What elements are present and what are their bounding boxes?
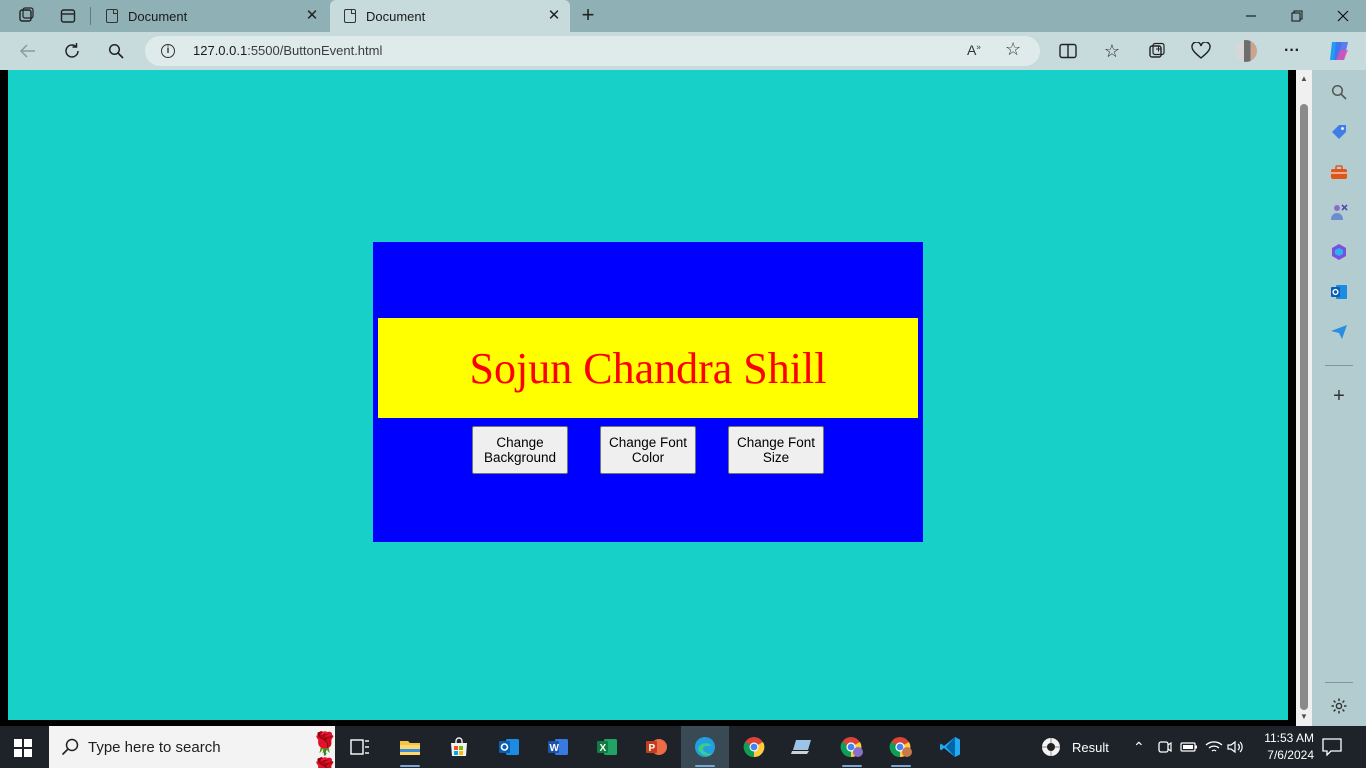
workspaces-icon[interactable]: [12, 4, 40, 28]
tab-document-1[interactable]: Document ✕: [92, 0, 328, 32]
browser-toolbar: i 127.0.0.1:5500/ButtonEvent.html A» ☆ ☆…: [0, 32, 1366, 70]
svg-text:X: X: [600, 743, 607, 754]
scroll-up-icon[interactable]: ▲: [1299, 74, 1309, 84]
tab-actions-icon[interactable]: [54, 4, 82, 28]
tab-strip: Document ✕ Document ✕ +: [0, 0, 1366, 32]
wifi-icon[interactable]: [1205, 726, 1223, 768]
taskbar-clock[interactable]: 11:53 AM 7/6/2024: [1248, 730, 1314, 764]
content-card: Sojun Chandra Shill Change Background Ch…: [373, 242, 923, 542]
clock-date: 7/6/2024: [1267, 748, 1314, 762]
scrollbar-thumb[interactable]: [1300, 104, 1308, 710]
powerpoint-icon[interactable]: P: [632, 726, 680, 768]
battery-icon[interactable]: [1180, 726, 1198, 768]
browser-essentials-icon[interactable]: [1187, 38, 1215, 64]
excel-icon[interactable]: X: [583, 726, 631, 768]
add-sidebar-app-icon[interactable]: +: [1329, 385, 1349, 407]
windows-taskbar: Type here to search 🌹🌹 W X P: [0, 726, 1366, 768]
games-icon[interactable]: [1329, 202, 1349, 222]
close-tab-icon[interactable]: ✕: [546, 8, 562, 24]
favorites-icon[interactable]: ☆: [1098, 38, 1126, 64]
copilot-icon[interactable]: [1326, 38, 1352, 64]
new-tab-icon[interactable]: +: [576, 4, 600, 28]
microsoft-365-icon[interactable]: [1329, 242, 1349, 262]
laptop-app-icon[interactable]: [779, 726, 827, 768]
tab-separator: [90, 7, 91, 25]
address-bar[interactable]: i 127.0.0.1:5500/ButtonEvent.html A» ☆: [145, 36, 1040, 66]
sidebar-divider: [1325, 682, 1353, 683]
refresh-icon[interactable]: [58, 38, 86, 64]
notifications-icon[interactable]: [1322, 738, 1342, 761]
chrome-profile-icon[interactable]: [877, 726, 925, 768]
meet-now-icon[interactable]: [1158, 726, 1172, 768]
scroll-down-icon[interactable]: ▼: [1299, 712, 1309, 722]
back-icon[interactable]: [14, 38, 42, 64]
outlook-icon[interactable]: [1329, 282, 1349, 302]
shopping-tag-icon[interactable]: [1329, 122, 1349, 142]
read-aloud-icon[interactable]: A»: [967, 42, 981, 58]
weather-widget[interactable]: Result: [1040, 726, 1109, 768]
sidebar-search-icon[interactable]: [1329, 82, 1349, 102]
roses-icon: 🌹🌹: [311, 731, 338, 768]
page-viewport: Sojun Chandra Shill Change Background Ch…: [8, 70, 1288, 720]
svg-text:P: P: [649, 743, 656, 754]
task-view-icon[interactable]: [336, 726, 384, 768]
running-indicator: [400, 765, 420, 767]
restore-icon[interactable]: [1274, 0, 1320, 32]
running-indicator: [695, 765, 715, 767]
edge-sidebar: +: [1312, 70, 1366, 726]
split-screen-icon[interactable]: [1054, 38, 1082, 64]
search-placeholder: Type here to search: [88, 739, 221, 756]
page-heading: Sojun Chandra Shill: [469, 343, 827, 393]
tab-title: Document: [128, 8, 188, 24]
svg-text:W: W: [550, 743, 560, 754]
sidebar-divider: [1325, 365, 1353, 366]
url-host: 127.0.0.1: [193, 43, 248, 58]
document-icon: [106, 9, 118, 23]
document-icon: [344, 9, 356, 23]
tools-briefcase-icon[interactable]: [1329, 162, 1349, 182]
taskbar-search-box[interactable]: Type here to search 🌹🌹: [49, 726, 338, 768]
send-icon[interactable]: [1329, 322, 1349, 342]
vscode-icon[interactable]: [926, 726, 974, 768]
search-icon[interactable]: [102, 38, 130, 64]
site-info-icon[interactable]: i: [161, 44, 175, 58]
microsoft-store-icon[interactable]: [435, 726, 483, 768]
change-background-button[interactable]: Change Background: [472, 426, 568, 474]
tab-title: Document: [366, 8, 426, 24]
collections-icon[interactable]: [1143, 38, 1171, 64]
minimize-icon[interactable]: [1228, 0, 1274, 32]
heading-banner: Sojun Chandra Shill: [378, 318, 918, 418]
running-indicator: [842, 765, 862, 767]
settings-gear-icon[interactable]: [1329, 696, 1349, 716]
word-icon[interactable]: W: [534, 726, 582, 768]
edge-taskbar-icon[interactable]: [681, 726, 729, 768]
favorite-star-icon[interactable]: ☆: [1005, 39, 1021, 60]
show-hidden-icons-icon[interactable]: ⌃: [1133, 726, 1145, 768]
file-explorer-icon[interactable]: [386, 726, 434, 768]
chrome-icon[interactable]: [730, 726, 778, 768]
change-font-color-button[interactable]: Change Font Color: [600, 426, 696, 474]
outlook-taskbar-icon[interactable]: [485, 726, 533, 768]
vertical-scrollbar[interactable]: ▲ ▼: [1296, 70, 1312, 726]
running-indicator: [891, 765, 911, 767]
url-path: :5500/ButtonEvent.html: [247, 43, 383, 58]
chrome-profile-icon[interactable]: [828, 726, 876, 768]
profile-avatar[interactable]: [1232, 38, 1260, 64]
clock-time: 11:53 AM: [1264, 731, 1314, 745]
volume-icon[interactable]: [1227, 726, 1245, 768]
windows-start-icon[interactable]: [14, 739, 32, 757]
close-tab-icon[interactable]: ✕: [304, 8, 320, 24]
url-text[interactable]: 127.0.0.1:5500/ButtonEvent.html: [193, 43, 382, 58]
change-font-size-button[interactable]: Change Font Size: [728, 426, 824, 474]
close-window-icon[interactable]: [1320, 0, 1366, 32]
widget-label: Result: [1072, 739, 1109, 755]
more-options-icon[interactable]: ···: [1278, 38, 1306, 64]
search-icon: [61, 738, 79, 761]
tab-document-2[interactable]: Document ✕: [330, 0, 570, 32]
